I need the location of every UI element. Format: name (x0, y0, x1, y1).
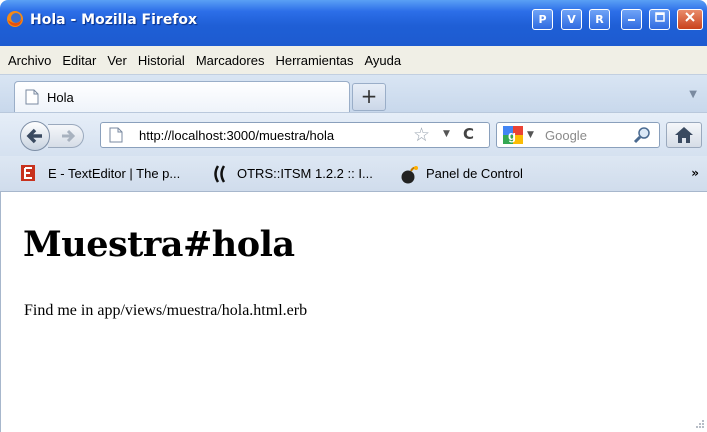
addon-r-button[interactable]: R (589, 9, 610, 30)
menu-herramientas[interactable]: Herramientas (275, 53, 353, 68)
bookmarks-overflow-chevron-icon[interactable]: » (691, 166, 699, 180)
menu-marcadores[interactable]: Marcadores (196, 53, 265, 68)
forward-button[interactable] (48, 124, 84, 148)
minimize-icon (627, 19, 635, 21)
bookmark-otrs[interactable]: OTRS::ITSM 1.2.2 :: I... (237, 166, 373, 181)
page-text: Find me in app/views/muestra/hola.html.e… (24, 302, 308, 319)
resize-grip-icon[interactable] (693, 418, 705, 430)
firefox-icon (7, 11, 23, 27)
search-bar[interactable]: g ▼ Google (496, 122, 660, 148)
reload-icon[interactable]: C (463, 125, 474, 143)
menu-archivo[interactable]: Archivo (8, 53, 51, 68)
home-icon (675, 127, 693, 143)
bookmark-panel-de-control[interactable]: Panel de Control (426, 166, 523, 181)
search-engine-dropdown-icon[interactable]: ▼ (527, 130, 534, 140)
back-button[interactable] (20, 121, 50, 151)
back-arrow-icon (26, 128, 42, 144)
addon-p-button[interactable]: P (532, 9, 553, 30)
page-icon (109, 127, 123, 143)
back-forward-group (20, 121, 94, 151)
search-input[interactable]: Google (545, 128, 587, 143)
navigation-bar: http://localhost:3000/muestra/hola ☆ ▼ C… (0, 112, 707, 156)
bookmark-star-icon[interactable]: ☆ (413, 124, 430, 146)
close-icon (685, 12, 695, 22)
close-button[interactable] (677, 9, 703, 30)
url-bar[interactable]: http://localhost:3000/muestra/hola ☆ ▼ C (100, 122, 490, 148)
tab-list-icon[interactable]: ▼ (689, 89, 697, 100)
maximize-button[interactable] (649, 9, 670, 30)
menu-editar[interactable]: Editar (62, 53, 96, 68)
addon-v-button[interactable]: V (561, 9, 582, 30)
new-tab-button[interactable]: + (352, 83, 386, 111)
menu-ver[interactable]: Ver (107, 53, 127, 68)
url-history-dropdown-icon[interactable]: ▼ (443, 129, 450, 139)
window-titlebar: Hola - Mozilla Firefox P V R (0, 0, 707, 46)
menu-historial[interactable]: Historial (138, 53, 185, 68)
google-icon[interactable]: g (503, 126, 523, 144)
page-content: Muestra#hola Find me in app/views/muestr… (0, 192, 707, 432)
window-title: Hola - Mozilla Firefox (30, 12, 198, 28)
menu-ayuda[interactable]: Ayuda (364, 53, 401, 68)
bookmark-texteditor[interactable]: E - TextEditor | The p... (48, 166, 180, 181)
tab-hola[interactable]: Hola (14, 81, 350, 113)
svg-text:g: g (508, 128, 516, 143)
bookmarks-toolbar: E - TextEditor | The p... OTRS::ITSM 1.2… (0, 156, 707, 192)
page-icon (25, 89, 39, 105)
maximize-icon (654, 12, 665, 22)
tab-strip: Hola + ▼ (0, 74, 707, 113)
textmate-e-icon (21, 165, 35, 181)
url-text[interactable]: http://localhost:3000/muestra/hola (139, 128, 334, 143)
minimize-button[interactable] (621, 9, 642, 30)
menu-bar: Archivo Editar Ver Historial Marcadores … (0, 46, 707, 74)
otrs-icon (214, 165, 226, 183)
home-button[interactable] (666, 122, 702, 148)
tab-label: Hola (47, 90, 74, 105)
search-icon[interactable] (633, 126, 651, 144)
bomb-icon (401, 166, 418, 184)
page-heading: Muestra#hola (23, 224, 295, 265)
forward-arrow-icon (62, 129, 76, 143)
